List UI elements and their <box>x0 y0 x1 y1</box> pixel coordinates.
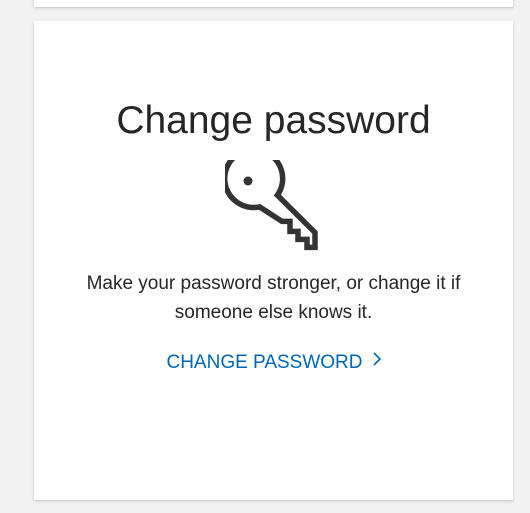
change-password-link-label: CHANGE PASSWORD <box>166 352 363 374</box>
previous-card <box>34 0 513 7</box>
key-icon <box>221 146 321 252</box>
card-description: Make your password stronger, or change i… <box>86 273 461 323</box>
change-password-link[interactable]: CHANGE PASSWORD <box>34 349 513 377</box>
change-password-card: Change password Make your password stron… <box>34 21 513 500</box>
chevron-right-icon <box>372 347 381 375</box>
card-title: Change password <box>116 99 431 142</box>
